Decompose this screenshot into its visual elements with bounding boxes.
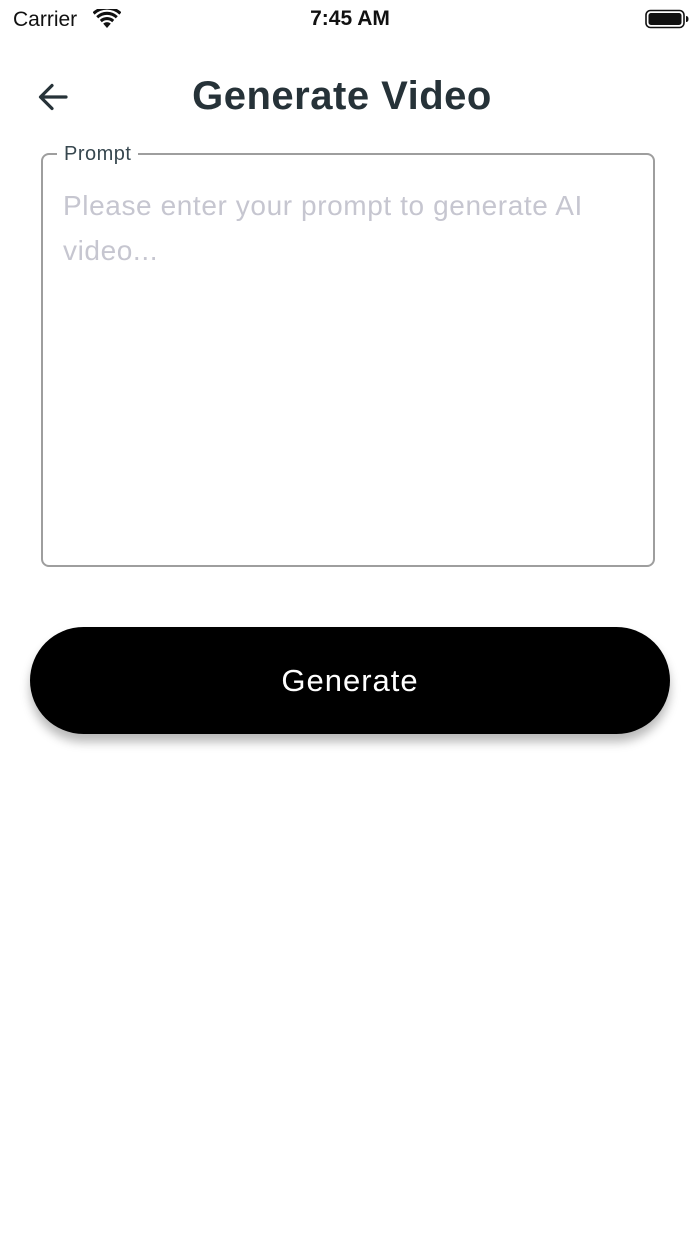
clock: 7:45 AM: [310, 7, 390, 30]
status-bar: Carrier 7:45 AM: [0, 0, 700, 40]
prompt-label: Prompt: [57, 142, 139, 166]
generate-button-label: Generate: [281, 662, 419, 698]
page-title: Generate Video: [192, 74, 492, 118]
battery-full-icon: [645, 9, 689, 29]
prompt-input[interactable]: [63, 183, 633, 553]
generate-button[interactable]: Generate: [30, 627, 670, 734]
prompt-field[interactable]: Prompt: [41, 142, 655, 567]
